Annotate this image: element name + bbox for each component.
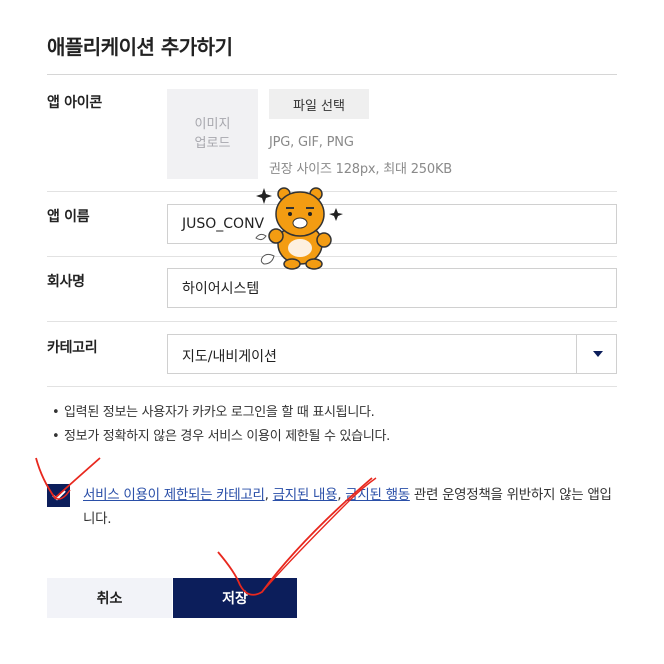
save-button[interactable]: 저장 — [173, 578, 297, 618]
category-select[interactable]: 지도/내비게이션 — [167, 334, 617, 374]
agreement-text: 서비스 이용이 제한되는 카테고리, 금지된 내용, 금지된 행동 관련 운영정… — [83, 487, 612, 527]
upload-text-line2: 업로드 — [194, 136, 231, 151]
app-name-label: 앱 이름 — [47, 209, 90, 225]
hint-formats: JPG, GIF, PNG — [269, 135, 354, 150]
divider — [47, 74, 617, 75]
app-icon-label: 앱 아이콘 — [47, 95, 102, 111]
note-item: 입력된 정보는 사용자가 카카오 로그인을 할 때 표시됩니다. — [52, 401, 390, 425]
divider — [47, 321, 617, 322]
chevron-down-icon[interactable] — [593, 351, 603, 357]
company-value: 하이어시스템 — [182, 281, 260, 297]
link-prohibited-behavior[interactable]: 금지된 행동 — [345, 487, 410, 503]
note-item: 정보가 정확하지 않은 경우 서비스 이용이 제한될 수 있습니다. — [52, 425, 390, 449]
upload-text-line1: 이미지 — [194, 117, 231, 132]
app-name-input[interactable]: JUSO_CONV — [167, 204, 617, 244]
check-icon — [51, 490, 66, 501]
agree-checkbox[interactable] — [47, 484, 70, 507]
link-prohibited-content[interactable]: 금지된 내용 — [273, 487, 338, 503]
page-title: 애플리케이션 추가하기 — [47, 35, 233, 59]
hint-size: 권장 사이즈 128px, 최대 250KB — [269, 162, 452, 177]
info-notes: 입력된 정보는 사용자가 카카오 로그인을 할 때 표시됩니다. 정보가 정확하… — [52, 401, 390, 449]
file-select-button[interactable]: 파일 선택 — [269, 89, 369, 119]
category-selected: 지도/내비게이션 — [182, 349, 277, 365]
company-input[interactable]: 하이어시스템 — [167, 268, 617, 308]
cancel-button[interactable]: 취소 — [47, 578, 172, 618]
category-label: 카테고리 — [47, 340, 98, 356]
link-restricted-category[interactable]: 서비스 이용이 제한되는 카테고리 — [83, 487, 265, 503]
select-divider — [576, 335, 577, 373]
image-upload-area[interactable]: 이미지 업로드 — [167, 89, 258, 179]
mascot-sticker — [255, 187, 343, 270]
divider — [47, 386, 617, 387]
company-label: 회사명 — [47, 274, 85, 290]
